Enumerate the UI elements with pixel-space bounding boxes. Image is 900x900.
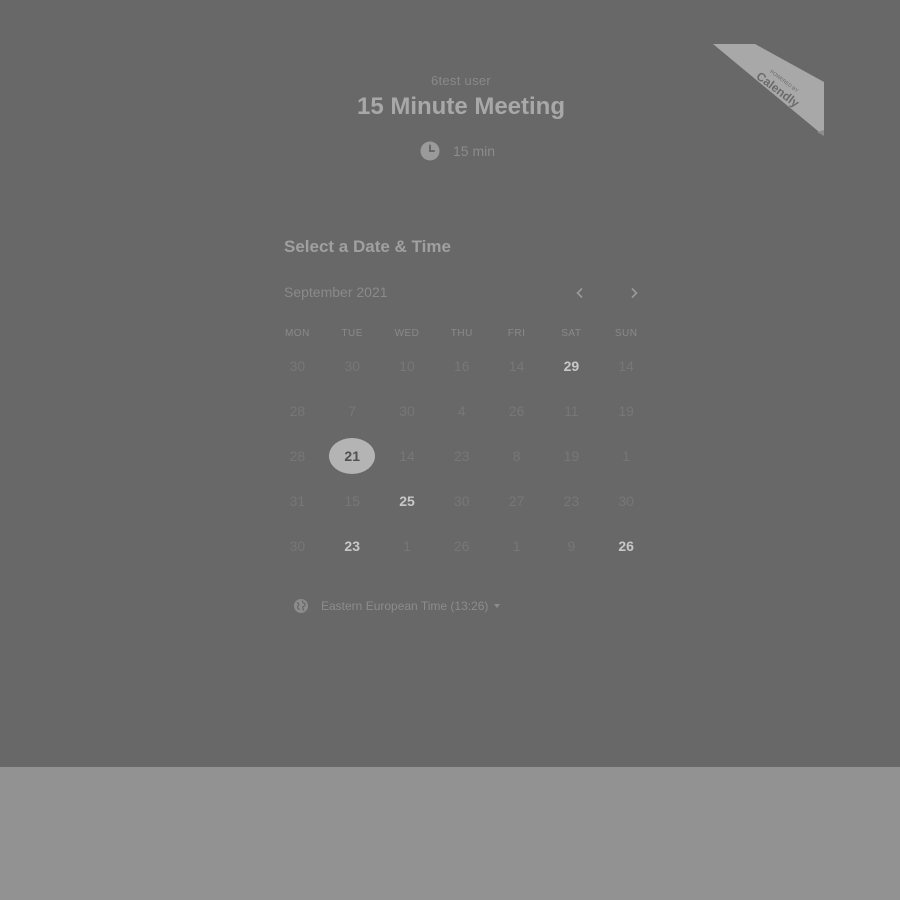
calendar-day: 28 — [289, 448, 306, 464]
calendar-day[interactable]: 26 — [599, 528, 654, 564]
calendar-day-selected[interactable]: 21 — [325, 438, 380, 474]
calendar-day: 14 — [399, 448, 415, 464]
calendar-day: 30 — [289, 358, 306, 374]
calendar-day: 11 — [564, 403, 579, 419]
calendar-day: 1 — [622, 448, 631, 464]
calendar-week: 30 23 1 26 1 9 26 — [270, 528, 654, 564]
weekday-fri: FRI — [507, 328, 526, 339]
weekday-wed: WED — [394, 328, 420, 339]
calendar-day: 23 — [563, 493, 580, 509]
calendar-day: 8 — [512, 448, 521, 464]
weekday-tue: TUE — [341, 328, 363, 339]
calendar-day: 30 — [454, 493, 470, 509]
calendar-day: 14 — [508, 358, 525, 374]
caret-down-icon — [494, 604, 501, 608]
calendar-day: 23 — [454, 448, 470, 464]
calendar-day: 1 — [403, 538, 411, 554]
weekday-sun: SUN — [614, 328, 638, 339]
calendar-week: 28 7 30 4 26 11 19 — [270, 393, 654, 429]
powered-by-calendly-badge[interactable]: POWERED BY Calendly — [713, 44, 824, 136]
weekday-sat: SAT — [561, 328, 582, 339]
calendar-week: 28 21 14 23 8 19 1 — [270, 438, 654, 474]
calendar-day[interactable]: 23 — [325, 528, 380, 564]
calendar-day[interactable]: 29 — [544, 348, 599, 384]
calendar-day: 30 — [618, 493, 634, 509]
calendar-day: 19 — [563, 448, 580, 464]
chevron-left-icon — [576, 287, 583, 299]
calendar-day: 1 — [512, 538, 521, 554]
calendar-day[interactable]: 25 — [380, 483, 435, 519]
weekday-mon: MON — [284, 328, 310, 339]
calendar-day: 27 — [508, 493, 525, 509]
calendar-day: 28 — [289, 403, 306, 419]
day-number: 21 — [344, 448, 360, 464]
previous-month-button[interactable] — [570, 283, 590, 303]
calendar-week: 31 15 25 30 27 23 30 — [270, 483, 654, 519]
month-label: September 2021 — [284, 284, 388, 300]
calendar-day: 14 — [618, 358, 634, 374]
chevron-right-icon — [631, 287, 638, 299]
calendar-day: 16 — [454, 358, 470, 374]
timezone-selector[interactable]: Eastern European Time (13:26) — [293, 597, 501, 615]
calendar-day: 30 — [289, 538, 306, 554]
duration-label: 15 min — [453, 143, 496, 159]
timezone-label: Eastern European Time (13:26) — [321, 599, 489, 613]
select-date-heading: Select a Date & Time — [284, 237, 451, 256]
calendar-day: 30 — [344, 358, 360, 374]
calendar-day: 31 — [289, 493, 306, 509]
clock-icon — [420, 141, 440, 161]
globe-icon — [294, 599, 308, 613]
calendar-day: 26 — [454, 538, 470, 554]
next-month-button[interactable] — [624, 283, 644, 303]
calendar-day: 4 — [457, 403, 466, 419]
calendar-day: 30 — [399, 403, 415, 419]
calendar-day: 15 — [344, 493, 360, 509]
calendar-week: 30 30 10 16 14 29 14 — [270, 348, 654, 384]
calendar-day: 19 — [618, 403, 634, 419]
calendar-day: 26 — [508, 403, 525, 419]
booking-panel: 6test user 15 Minute Meeting 15 min POWE… — [0, 0, 900, 767]
calendar-day: 9 — [567, 538, 576, 554]
event-duration: 15 min — [420, 141, 495, 161]
calendar-day: 7 — [348, 403, 357, 419]
weekday-thu: THU — [450, 328, 473, 339]
calendar-day: 10 — [399, 358, 415, 374]
weekday-header: MON TUE WED THU FRI SAT SUN — [270, 328, 654, 339]
